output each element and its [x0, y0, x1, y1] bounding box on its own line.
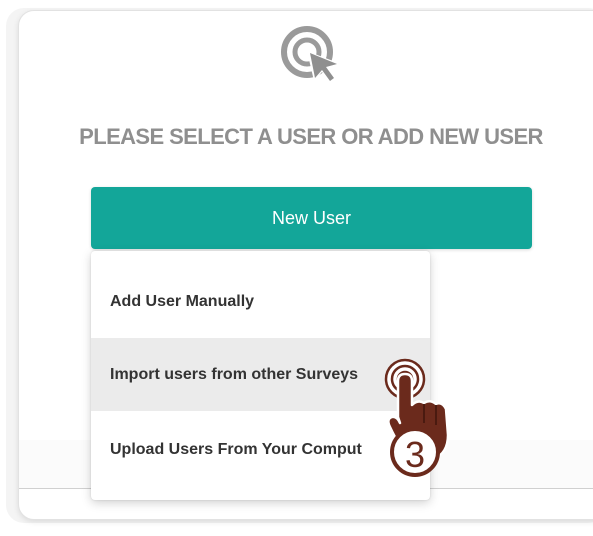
step-number: 3 [405, 434, 425, 475]
page-title: PLEASE SELECT A USER OR ADD NEW USER [79, 124, 543, 149]
menu-item-add-user-manually[interactable]: Add User Manually [91, 265, 430, 338]
tap-hand-icon: 3 [384, 358, 450, 477]
new-user-button[interactable]: New User [91, 187, 532, 249]
cursor-click-icon [281, 26, 341, 84]
